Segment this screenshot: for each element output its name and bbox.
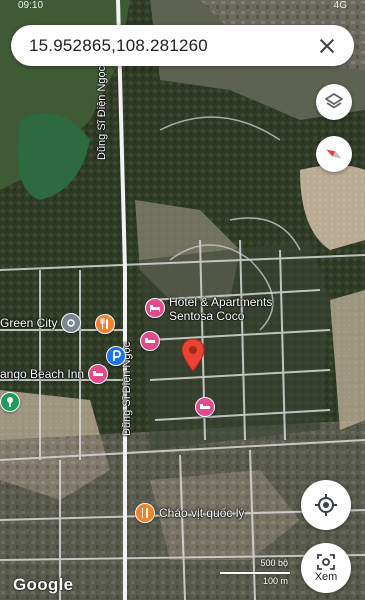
restaurant-icon: [95, 314, 115, 334]
scale-line: [220, 572, 290, 574]
hotel-bed-icon: [88, 364, 109, 384]
hotel-bed-icon: [145, 298, 165, 318]
restaurant-icon: [135, 503, 155, 523]
poi-chao-vit[interactable]: Cháo vịt quốc lý: [135, 503, 244, 523]
google-logo: Google: [13, 575, 74, 594]
scale-metric: 100 m: [262, 576, 288, 586]
poi-parking[interactable]: [106, 346, 126, 366]
poi-hotel[interactable]: [195, 397, 215, 417]
poi-hotel[interactable]: [140, 331, 160, 351]
layers-button[interactable]: [316, 84, 352, 120]
compass-button[interactable]: [316, 136, 352, 172]
scale-imperial: 500 bộ: [260, 558, 288, 568]
place-icon: [61, 313, 82, 333]
explore-label: Xem: [314, 570, 338, 583]
poi-park[interactable]: [0, 392, 20, 412]
poi-label: Hotel & Apartments Sentosa Coco: [169, 295, 273, 323]
status-icons: 4G: [334, 0, 347, 12]
poi-sentosa-coco[interactable]: Hotel & Apartments Sentosa Coco: [145, 295, 273, 323]
poi-restaurant[interactable]: [95, 314, 115, 334]
road-label: Dũng Sĩ Điện Ngọc: [96, 65, 108, 160]
poi-label: Cháo vịt quốc lý: [159, 506, 245, 520]
hotel-bed-icon: [140, 331, 160, 351]
poi-label: ango Beach Inn: [0, 367, 85, 381]
search-box[interactable]: 15.952865,108.281260: [11, 25, 354, 66]
signal-label: 4G: [333, 0, 347, 11]
hotel-bed-icon: [195, 397, 215, 417]
status-time: 09:10: [18, 0, 44, 11]
poi-beach-inn[interactable]: ango Beach Inn: [0, 364, 109, 384]
parking-icon: [106, 346, 126, 366]
lens-icon: [317, 553, 335, 570]
my-location-button[interactable]: [301, 480, 351, 530]
search-input[interactable]: 15.952865,108.281260: [29, 36, 316, 56]
layers-icon: [325, 93, 343, 109]
poi-label: Green City: [0, 316, 58, 330]
scale-bar: 500 bộ 100 m: [220, 558, 290, 588]
satellite-map[interactable]: 09:10 4G Dũng Sĩ Điện Ngọc Dũng Sĩ Điện …: [0, 0, 365, 600]
status-bar: 09:10 4G: [0, 0, 365, 12]
close-icon[interactable]: [316, 35, 338, 57]
my-location-icon: [315, 494, 337, 516]
explore-button[interactable]: Xem: [301, 543, 351, 593]
park-icon: [0, 392, 20, 412]
dropped-pin-icon[interactable]: [180, 338, 206, 377]
poi-green-city[interactable]: Green City: [0, 313, 82, 333]
compass-icon: [326, 149, 342, 159]
